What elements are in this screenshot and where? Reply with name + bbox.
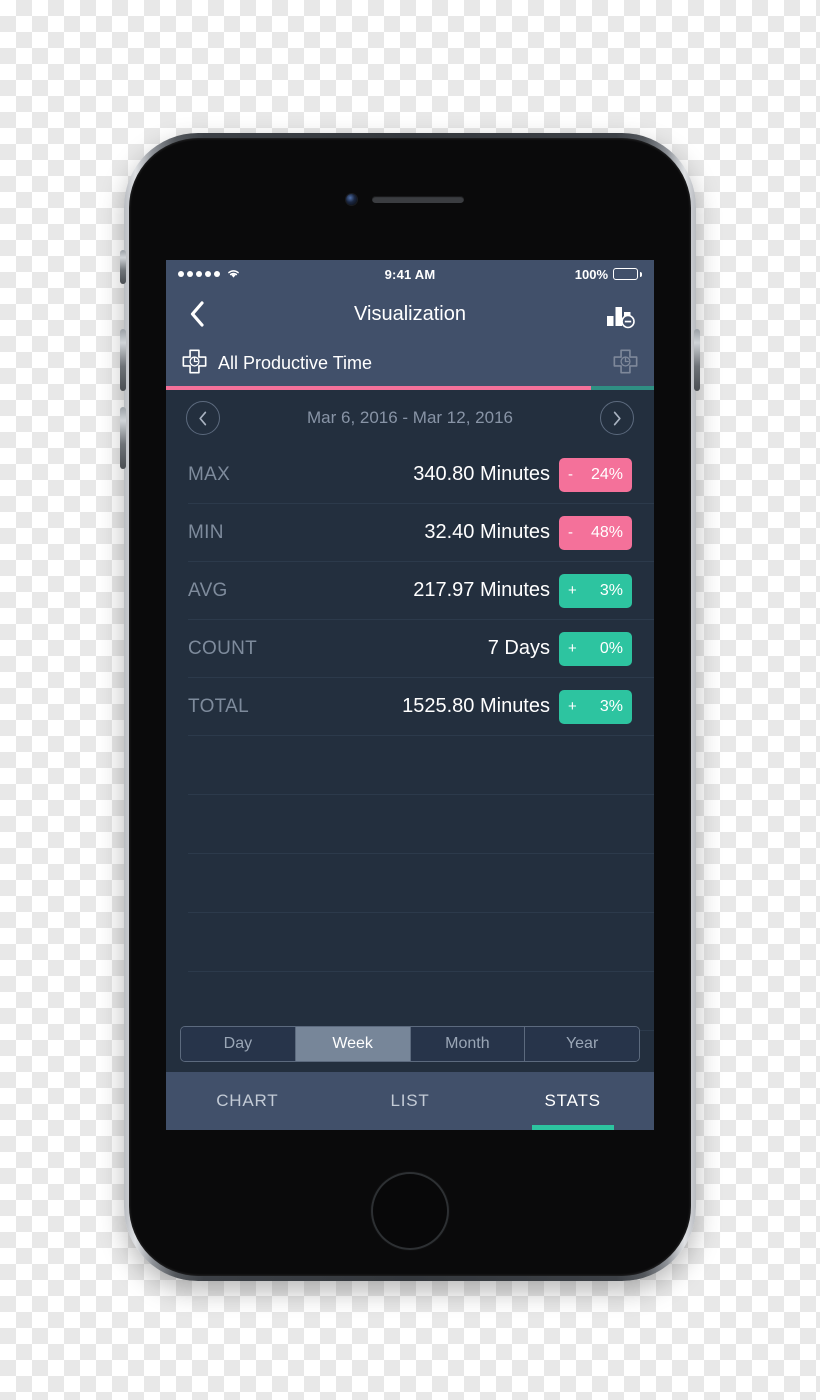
battery-cap	[640, 271, 642, 277]
stat-delta-sign: -	[568, 466, 573, 483]
signal-strength-icon	[178, 271, 220, 277]
stat-delta-value: 48%	[590, 523, 623, 541]
bar-chart-minus-icon[interactable]	[604, 299, 638, 329]
stats-list: MAX 340.80 Minutes -24% MIN 32.40 Minutes -48…	[166, 446, 654, 1031]
date-range-label: Mar 6, 2016 - Mar 12, 2016	[306, 408, 513, 427]
battery-icon	[613, 268, 638, 280]
phone-device: 9:41 AM 100% Visualization All Productiv…	[120, 133, 700, 1281]
tab-label: LIST	[390, 1091, 430, 1110]
status-bar-right: 100%	[435, 267, 642, 282]
stat-delta-value: 0%	[599, 639, 623, 657]
empty-stat-row	[188, 913, 654, 972]
empty-stat-row	[188, 736, 654, 795]
stat-value: 32.40 Minutes	[424, 521, 550, 543]
tab-label: CHART	[216, 1091, 279, 1110]
status-bar-left	[178, 267, 385, 282]
segment-week[interactable]: Week	[295, 1027, 411, 1061]
navigation-bar: Visualization	[166, 288, 654, 340]
stat-delta-badge: +3%	[559, 573, 632, 608]
page-title: Visualization	[354, 302, 466, 325]
stat-delta-sign: +	[568, 698, 577, 715]
tab-chart[interactable]: CHART	[166, 1072, 329, 1130]
cross-clock-icon	[182, 349, 207, 378]
front-camera-icon	[346, 194, 357, 205]
stat-label: MIN	[188, 521, 224, 543]
next-period-button[interactable]	[600, 401, 634, 435]
power-button[interactable]	[694, 329, 700, 391]
empty-stat-row	[188, 795, 654, 854]
stat-delta-sign: -	[568, 524, 573, 541]
category-label: All Productive Time	[218, 352, 373, 373]
wifi-icon	[226, 267, 241, 282]
tab-label: STATS	[544, 1091, 601, 1110]
stat-row[interactable]: AVG 217.97 Minutes +3%	[188, 562, 654, 620]
stat-row[interactable]: MAX 340.80 Minutes -24%	[188, 446, 654, 504]
status-bar: 9:41 AM 100%	[166, 260, 654, 288]
stat-delta-sign: +	[568, 640, 577, 657]
stat-delta-sign: +	[568, 582, 577, 599]
period-segmented-control-wrap: Day Week Month Year	[166, 1016, 654, 1072]
back-button[interactable]	[182, 299, 212, 329]
stat-value: 7 Days	[487, 637, 550, 659]
stat-value: 217.97 Minutes	[413, 579, 550, 601]
add-category-icon[interactable]	[613, 349, 638, 378]
home-button[interactable]	[371, 1172, 449, 1250]
stat-value: 340.80 Minutes	[413, 463, 550, 485]
volume-down-button[interactable]	[120, 407, 126, 469]
stat-value: 1525.80 Minutes	[402, 695, 550, 717]
battery-percent-label: 100%	[574, 266, 608, 282]
segment-month[interactable]: Month	[410, 1027, 526, 1061]
date-navigation: Mar 6, 2016 - Mar 12, 2016	[166, 390, 654, 446]
bottom-tab-bar: CHART LIST STATS	[166, 1072, 654, 1130]
previous-period-button[interactable]	[186, 401, 220, 435]
period-segmented-control[interactable]: Day Week Month Year	[180, 1026, 640, 1062]
segment-day[interactable]: Day	[181, 1027, 296, 1061]
category-progress-bar	[166, 386, 654, 390]
stat-delta-value: 3%	[599, 581, 623, 599]
stat-delta-badge: -48%	[559, 515, 632, 550]
empty-stat-row	[188, 854, 654, 913]
segment-year[interactable]: Year	[525, 1027, 639, 1061]
tab-stats[interactable]: STATS	[491, 1072, 654, 1130]
earpiece-speaker	[372, 196, 464, 203]
stat-row[interactable]: TOTAL 1525.80 Minutes +3%	[188, 678, 654, 736]
stat-row[interactable]: MIN 32.40 Minutes -48%	[188, 504, 654, 562]
stat-label: AVG	[188, 579, 228, 601]
volume-up-button[interactable]	[120, 329, 126, 391]
stat-label: TOTAL	[188, 695, 249, 717]
stat-delta-badge: +3%	[559, 689, 632, 724]
stat-label: COUNT	[188, 637, 258, 659]
stat-delta-badge: +0%	[559, 631, 632, 666]
stat-row[interactable]: COUNT 7 Days +0%	[188, 620, 654, 678]
phone-bezel: 9:41 AM 100% Visualization All Productiv…	[129, 138, 691, 1276]
page-canvas: 9:41 AM 100% Visualization All Productiv…	[0, 0, 820, 1400]
tab-list[interactable]: LIST	[329, 1072, 492, 1130]
progress-fill	[166, 386, 591, 390]
active-tab-indicator	[531, 1125, 614, 1130]
phone-screen: 9:41 AM 100% Visualization All Productiv…	[166, 260, 654, 1130]
chevron-left-circle-icon	[199, 411, 207, 425]
chevron-left-icon	[190, 301, 204, 327]
stat-label: MAX	[188, 463, 231, 485]
category-row[interactable]: All Productive Time	[166, 340, 654, 386]
silent-switch[interactable]	[120, 250, 126, 284]
stat-delta-badge: -24%	[559, 457, 632, 492]
chevron-right-circle-icon	[613, 411, 621, 425]
stat-delta-value: 3%	[599, 697, 623, 715]
stat-delta-value: 24%	[590, 465, 623, 483]
status-bar-clock: 9:41 AM	[384, 266, 436, 282]
